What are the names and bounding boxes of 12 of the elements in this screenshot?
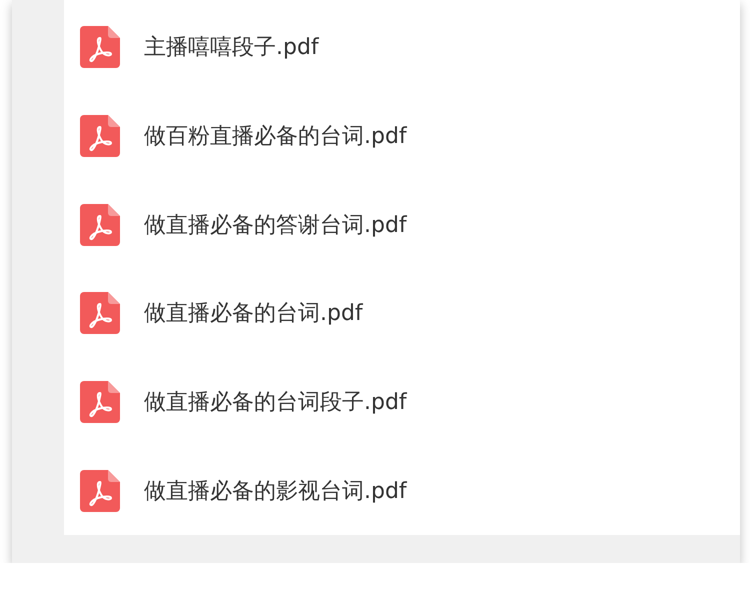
- file-name[interactable]: 做百粉直播必备的台词.pdf: [144, 121, 407, 151]
- pdf-file-icon: [80, 292, 120, 334]
- pdf-file-icon: [80, 26, 120, 68]
- file-name[interactable]: 做直播必备的台词.pdf: [144, 298, 363, 328]
- pdf-file-icon: [80, 115, 120, 157]
- file-name[interactable]: 做直播必备的台词段子.pdf: [144, 387, 407, 418]
- pdf-file-icon: [80, 470, 120, 512]
- file-name[interactable]: 主播嘻嘻段子.pdf: [144, 32, 319, 62]
- file-name[interactable]: 做直播必备的答谢台词.pdf: [144, 210, 407, 240]
- pdf-file-icon: [80, 381, 120, 424]
- pdf-file-icon: [80, 204, 120, 246]
- file-name[interactable]: 做直播必备的影视台词.pdf: [144, 476, 407, 506]
